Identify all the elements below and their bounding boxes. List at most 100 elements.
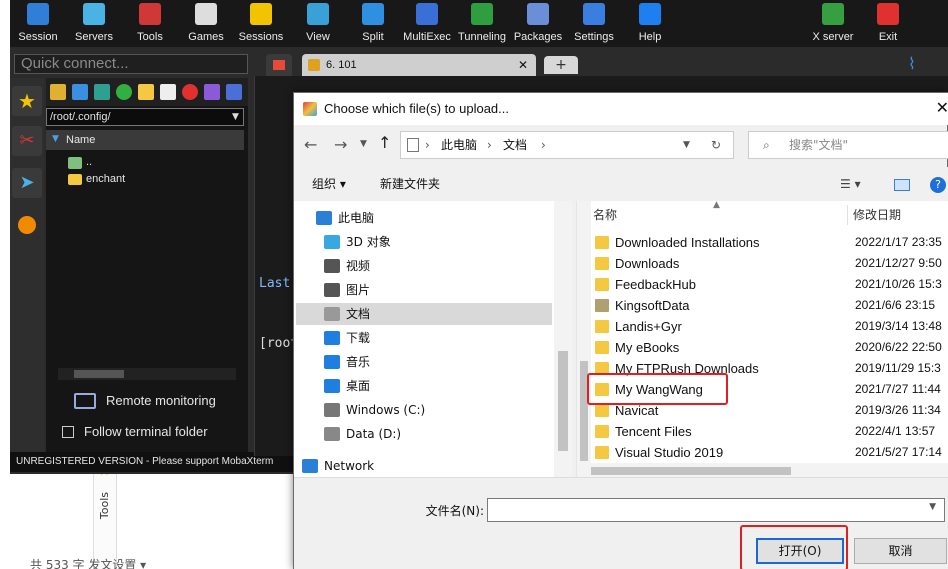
breadcrumb-item[interactable]: 此电脑 xyxy=(441,132,477,158)
close-tab-icon[interactable]: ✕ xyxy=(518,54,528,76)
path-dropdown-icon[interactable]: ▼ xyxy=(232,109,244,125)
toolbar-session-button[interactable]: Session xyxy=(10,0,66,47)
file-row[interactable]: My eBooks 2020/6/22 22:50 xyxy=(591,337,948,358)
address-bar[interactable]: › 此电脑 › 文档 › ▼ ↻ xyxy=(400,131,734,159)
toolbar-split-button[interactable]: Split xyxy=(346,0,400,47)
nav-this-pc[interactable]: 此电脑 xyxy=(308,207,374,229)
toolbar-label: Tunneling xyxy=(458,31,506,43)
folder-icon xyxy=(68,174,82,185)
filename-bar: 文件名(N): ▼ 打开(O) 取消 xyxy=(294,477,948,569)
cube-icon xyxy=(324,235,340,249)
nav-network[interactable]: Network xyxy=(294,455,374,477)
file-row[interactable]: Downloads 2021/12/27 9:50 xyxy=(591,253,948,274)
sessions-star-icon[interactable]: ★ xyxy=(12,86,42,116)
attach-icon[interactable]: ⌇ xyxy=(908,54,928,74)
folder-icon xyxy=(595,404,609,417)
new-folder-icon[interactable] xyxy=(138,84,154,100)
drive-icon xyxy=(324,403,340,417)
toolbar-view-button[interactable]: View xyxy=(290,0,346,47)
send-icon[interactable]: ➤ xyxy=(12,168,42,198)
permissions-icon[interactable] xyxy=(226,84,242,100)
toolbar-packages-button[interactable]: Packages xyxy=(510,0,566,47)
refresh-folder-icon[interactable] xyxy=(50,84,66,100)
rename-icon[interactable] xyxy=(204,84,220,100)
quick-connect-input[interactable]: Quick connect... xyxy=(14,54,248,74)
toolbar-multiexec-button[interactable]: MultiExec xyxy=(400,0,454,47)
tree-item-parent[interactable]: .. xyxy=(68,154,92,171)
checkbox-box[interactable] xyxy=(62,426,74,438)
dialog-close-icon[interactable]: ✕ xyxy=(936,93,948,125)
toolbar-tools-button[interactable]: Tools xyxy=(122,0,178,47)
column-header-name[interactable]: Name xyxy=(46,130,244,150)
back-icon[interactable]: ← xyxy=(304,135,317,154)
preview-pane-icon[interactable] xyxy=(894,179,910,191)
file-vertical-scrollbar[interactable] xyxy=(577,201,591,463)
sort-ascending-icon: ▲ xyxy=(713,200,720,210)
toolbar-help-button[interactable]: Help xyxy=(622,0,678,47)
toolbar-sessions-button[interactable]: Sessions xyxy=(232,0,290,47)
terminal-tab-icon xyxy=(308,59,320,71)
folder-icon xyxy=(595,257,609,270)
refresh-icon[interactable]: ↻ xyxy=(711,132,721,158)
delete-icon[interactable] xyxy=(182,84,198,100)
tree-item-enchant[interactable]: enchant xyxy=(68,171,125,188)
organize-button[interactable]: 组织 ▾ xyxy=(312,167,346,201)
file-row[interactable]: FeedbackHub 2021/10/26 15:3 xyxy=(591,274,948,295)
help-icon[interactable]: ? xyxy=(930,177,946,193)
cancel-button[interactable]: 取消 xyxy=(854,538,947,564)
left-vertical-bar: ★ ✂ ➤ xyxy=(10,78,44,458)
tab-terminal[interactable]: 6. 101 ✕ xyxy=(302,54,536,76)
sftp-icon[interactable] xyxy=(12,210,42,240)
follow-terminal-checkbox[interactable]: Follow terminal folder xyxy=(60,422,246,442)
file-row[interactable]: Downloaded Installations 2022/1/17 23:35 xyxy=(591,232,948,253)
forward-icon[interactable]: → xyxy=(334,135,347,154)
home-icon xyxy=(273,60,285,70)
toolbar-settings-button[interactable]: Settings xyxy=(566,0,622,47)
file-row[interactable]: Tencent Files 2022/4/1 13:57 xyxy=(591,421,948,442)
up-icon[interactable]: ↑ xyxy=(378,133,391,152)
file-row[interactable]: Visual Studio 2019 2021/5/27 17:14 xyxy=(591,442,948,463)
toolbar-label: View xyxy=(306,31,330,43)
nav-desktop[interactable]: 桌面 xyxy=(316,375,370,397)
column-header-date[interactable]: 修改日期 xyxy=(853,201,901,229)
toolbar-exit-button[interactable]: Exit xyxy=(860,0,916,47)
sftp-horizontal-scrollbar[interactable] xyxy=(58,368,236,380)
nav-drive-c[interactable]: Windows (C:) xyxy=(316,399,425,421)
recent-locations-icon[interactable]: ▼ xyxy=(360,139,367,149)
nav-documents[interactable]: 文档 xyxy=(296,303,552,325)
filename-input[interactable]: ▼ xyxy=(487,498,945,522)
refresh-icon[interactable] xyxy=(116,84,132,100)
folder-icon xyxy=(595,278,609,291)
download-icon[interactable] xyxy=(72,84,88,100)
view-options-icon[interactable]: ☰ ▾ xyxy=(840,167,861,201)
sftp-path-input[interactable]: /root/.config/ xyxy=(46,108,244,126)
new-folder-button[interactable]: 新建文件夹 xyxy=(380,167,440,201)
nav-music[interactable]: 音乐 xyxy=(316,351,370,373)
breadcrumb-item[interactable]: 文档 xyxy=(503,132,527,158)
tree-item-label: enchant xyxy=(86,173,126,185)
nav-downloads[interactable]: 下载 xyxy=(316,327,370,349)
nav-drive-d[interactable]: Data (D:) xyxy=(316,423,401,445)
tools-icon[interactable]: ✂ xyxy=(12,126,42,156)
file-row[interactable]: KingsoftData 2021/6/6 23:15 xyxy=(591,295,948,316)
toolbar-games-button[interactable]: Games xyxy=(178,0,234,47)
tools-sidebar[interactable]: ★ Tools xyxy=(93,460,117,569)
nav-pictures[interactable]: 图片 xyxy=(316,279,370,301)
nav-videos[interactable]: 视频 xyxy=(316,255,370,277)
address-dropdown-icon[interactable]: ▼ xyxy=(683,132,690,158)
new-tab-button[interactable]: + xyxy=(544,56,578,74)
toolbar-servers-button[interactable]: Servers xyxy=(66,0,122,47)
search-input[interactable]: 搜索"文档" ⌕ xyxy=(748,131,948,159)
nav-3d-objects[interactable]: 3D 对象 xyxy=(316,231,391,253)
tunneling-icon xyxy=(471,3,493,25)
home-tab[interactable] xyxy=(266,54,292,76)
filename-dropdown-icon[interactable]: ▼ xyxy=(929,502,936,512)
nav-scrollbar[interactable] xyxy=(554,201,572,477)
toolbar-tunneling-button[interactable]: Tunneling xyxy=(454,0,510,47)
column-header-name[interactable]: 名称 xyxy=(593,201,617,229)
upload-icon[interactable] xyxy=(94,84,110,100)
new-file-icon[interactable] xyxy=(160,84,176,100)
remote-monitoring-button[interactable]: Remote monitoring xyxy=(74,390,244,412)
file-row[interactable]: Landis+Gyr 2019/3/14 13:48 xyxy=(591,316,948,337)
packages-icon xyxy=(527,3,549,25)
